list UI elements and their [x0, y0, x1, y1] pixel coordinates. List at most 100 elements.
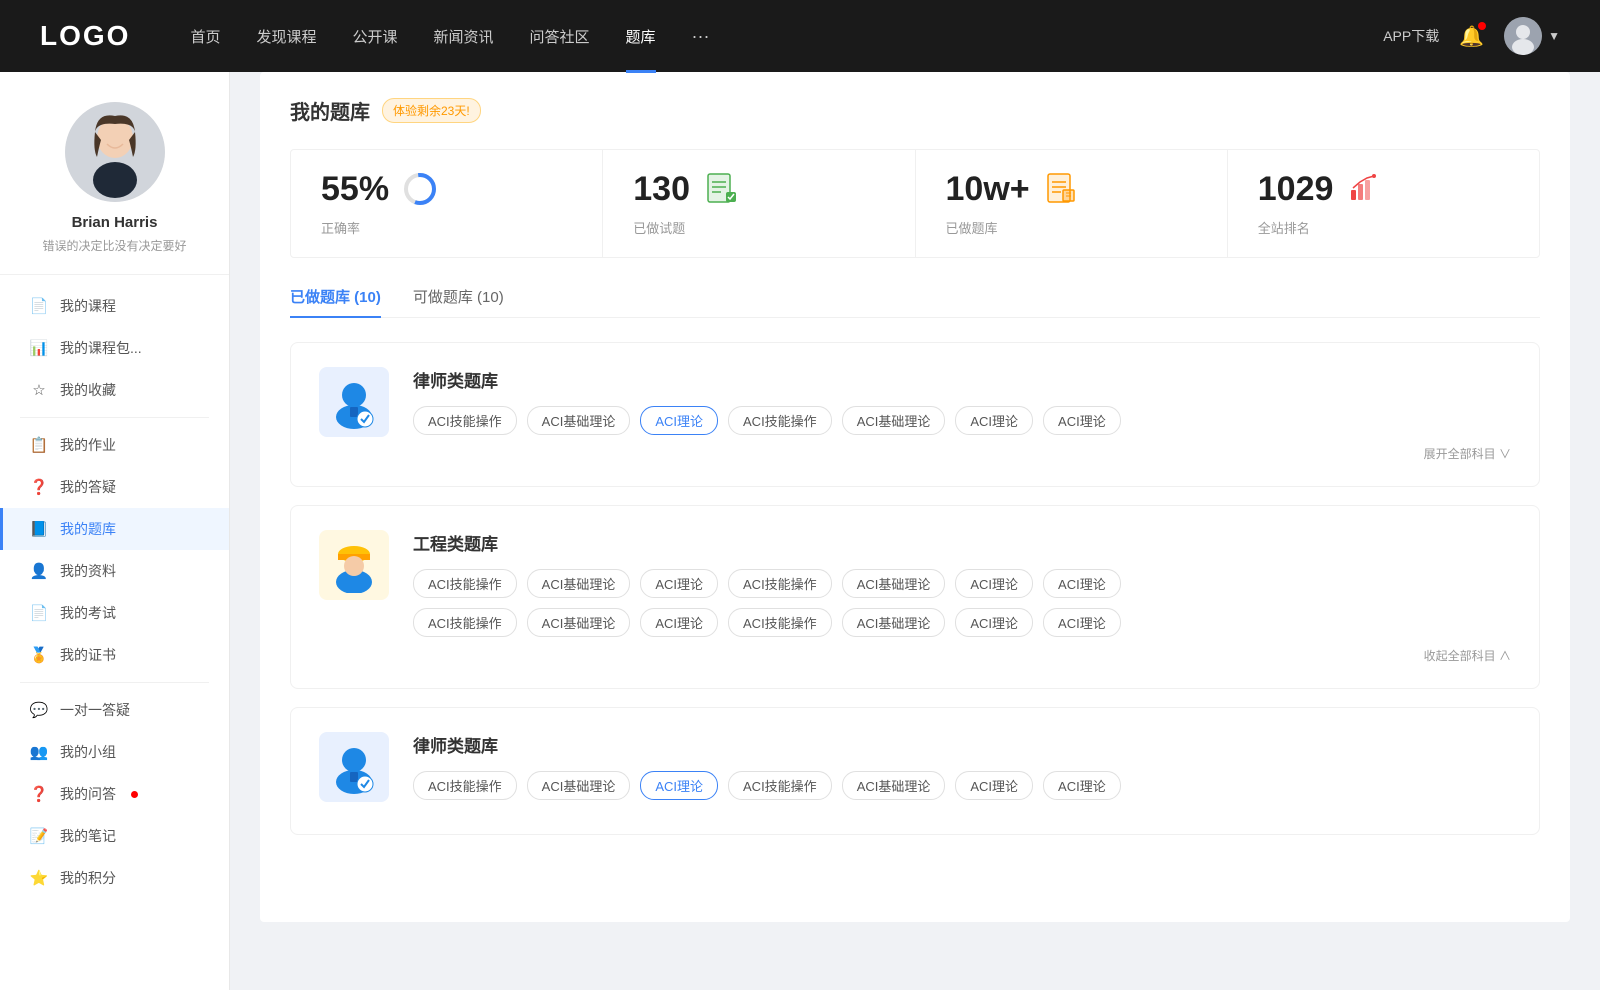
content-inner: 我的题库 体验剩余23天! 55% — [260, 72, 1570, 922]
bank-content-engineer: 工程类题库 ACI技能操作 ACI基础理论 ACI理论 ACI技能操作 ACI基… — [413, 530, 1511, 664]
tags-row-lawyer-2: ACI技能操作 ACI基础理论 ACI理论 ACI技能操作 ACI基础理论 AC… — [413, 771, 1511, 800]
stats-row: 55% 正确率 130 — [290, 149, 1540, 258]
file-icon: 📄 — [30, 604, 48, 622]
tag-2-active[interactable]: ACI理论 — [640, 406, 718, 435]
points-icon: ⭐ — [30, 869, 48, 887]
engineer-icon — [319, 530, 389, 600]
eng-tag-4[interactable]: ACI基础理论 — [842, 569, 946, 598]
eng-tag-1[interactable]: ACI基础理论 — [527, 569, 631, 598]
page-title: 我的题库 — [290, 96, 370, 125]
doc-green-icon — [702, 170, 740, 208]
law2-tag-4[interactable]: ACI基础理论 — [842, 771, 946, 800]
sidebar-item-my-bank[interactable]: 📘 我的题库 — [0, 508, 229, 550]
user-icon: 👤 — [30, 562, 48, 580]
sidebar-item-my-questions[interactable]: ❓ 我的问答 — [0, 773, 229, 815]
eng-tag-6[interactable]: ACI理论 — [1043, 569, 1121, 598]
law2-tag-3[interactable]: ACI技能操作 — [728, 771, 832, 800]
group-icon: 👥 — [30, 743, 48, 761]
expand-link-lawyer-1[interactable]: 展开全部科目 ∨ — [413, 445, 1511, 462]
nav-link-qa[interactable]: 问答社区 — [530, 26, 590, 47]
eng2-tag-1[interactable]: ACI基础理论 — [527, 608, 631, 637]
tag-5[interactable]: ACI理论 — [955, 406, 1033, 435]
eng-tag-3[interactable]: ACI技能操作 — [728, 569, 832, 598]
nav-avatar — [1504, 17, 1542, 55]
sidebar-item-one-on-one[interactable]: 💬 一对一答疑 — [0, 689, 229, 731]
tab-available-banks[interactable]: 可做题库 (10) — [413, 286, 504, 317]
question-icon: ❓ — [30, 478, 48, 496]
nav-right: APP下载 🔔 ▼ — [1383, 17, 1560, 55]
sidebar-item-homework[interactable]: 📋 我的作业 — [0, 424, 229, 466]
bank-name-lawyer-2: 律师类题库 — [413, 732, 1511, 757]
sidebar-item-my-courses[interactable]: 📄 我的课程 — [0, 285, 229, 327]
eng2-tag-0[interactable]: ACI技能操作 — [413, 608, 517, 637]
tag-0[interactable]: ACI技能操作 — [413, 406, 517, 435]
nav-chevron-down-icon: ▼ — [1548, 29, 1560, 43]
doc-orange-icon — [1042, 170, 1080, 208]
sidebar: Brian Harris 错误的决定比没有决定要好 📄 我的课程 📊 我的课程包… — [0, 72, 230, 990]
notification-dot — [131, 791, 138, 798]
sidebar-menu: 📄 我的课程 📊 我的课程包... ☆ 我的收藏 📋 我的作业 ❓ 我的答疑 � — [0, 275, 229, 909]
sidebar-item-my-exam[interactable]: 📄 我的考试 — [0, 592, 229, 634]
tabs-row: 已做题库 (10) 可做题库 (10) — [290, 286, 1540, 318]
star-icon: ☆ — [30, 381, 48, 399]
eng2-tag-2[interactable]: ACI理论 — [640, 608, 718, 637]
content-area: 我的题库 体验剩余23天! 55% — [230, 72, 1600, 990]
chart-red-icon — [1345, 170, 1383, 208]
sidebar-divider-2 — [20, 682, 209, 683]
stat-label-done-banks: 已做题库 — [946, 218, 998, 237]
law2-tag-6[interactable]: ACI理论 — [1043, 771, 1121, 800]
tab-done-banks[interactable]: 已做题库 (10) — [290, 286, 381, 317]
stat-value-done-banks: 10w+ — [946, 172, 1030, 206]
nav-bell-dot — [1478, 22, 1486, 30]
nav-link-open[interactable]: 公开课 — [352, 26, 397, 47]
eng-tag-2[interactable]: ACI理论 — [640, 569, 718, 598]
nav-link-bank[interactable]: 题库 — [626, 26, 656, 47]
eng-tag-0[interactable]: ACI技能操作 — [413, 569, 517, 598]
avatar — [65, 102, 165, 202]
document-icon: 📄 — [30, 297, 48, 315]
law2-tag-2-active[interactable]: ACI理论 — [640, 771, 718, 800]
bar-chart-icon: 📊 — [30, 339, 48, 357]
stat-rank: 1029 全站排名 — [1228, 150, 1539, 257]
sidebar-item-my-profile[interactable]: 👤 我的资料 — [0, 550, 229, 592]
sidebar-item-my-notes[interactable]: 📝 我的笔记 — [0, 815, 229, 857]
tag-6[interactable]: ACI理论 — [1043, 406, 1121, 435]
law2-tag-0[interactable]: ACI技能操作 — [413, 771, 517, 800]
tag-3[interactable]: ACI技能操作 — [728, 406, 832, 435]
eng2-tag-5[interactable]: ACI理论 — [955, 608, 1033, 637]
bank-content-lawyer-1: 律师类题库 ACI技能操作 ACI基础理论 ACI理论 ACI技能操作 ACI基… — [413, 367, 1511, 462]
sidebar-item-favorites[interactable]: ☆ 我的收藏 — [0, 369, 229, 411]
stat-label-rank: 全站排名 — [1258, 218, 1310, 237]
collapse-link-engineer[interactable]: 收起全部科目 ∧ — [413, 647, 1511, 664]
page-header: 我的题库 体验剩余23天! — [290, 96, 1540, 125]
tag-1[interactable]: ACI基础理论 — [527, 406, 631, 435]
bank-name-engineer: 工程类题库 — [413, 530, 1511, 555]
tag-4[interactable]: ACI基础理论 — [842, 406, 946, 435]
nav-link-news[interactable]: 新闻资讯 — [434, 26, 494, 47]
stat-value-done-questions: 130 — [633, 172, 690, 206]
nav-more-icon[interactable]: ··· — [692, 26, 710, 47]
eng2-tag-3[interactable]: ACI技能操作 — [728, 608, 832, 637]
law2-tag-1[interactable]: ACI基础理论 — [527, 771, 631, 800]
sidebar-item-my-group[interactable]: 👥 我的小组 — [0, 731, 229, 773]
nav-link-home[interactable]: 首页 — [190, 26, 220, 47]
sidebar-divider-1 — [20, 417, 209, 418]
eng-tag-5[interactable]: ACI理论 — [955, 569, 1033, 598]
sidebar-item-my-qa[interactable]: ❓ 我的答疑 — [0, 466, 229, 508]
stat-label-done-questions: 已做试题 — [633, 218, 685, 237]
stat-label-correct-rate: 正确率 — [321, 218, 360, 237]
nav-app-download[interactable]: APP下载 — [1383, 26, 1439, 46]
law2-tag-5[interactable]: ACI理论 — [955, 771, 1033, 800]
book-icon: 📘 — [30, 520, 48, 538]
bank-card-lawyer-2: 律师类题库 ACI技能操作 ACI基础理论 ACI理论 ACI技能操作 ACI基… — [290, 707, 1540, 835]
sidebar-item-course-package[interactable]: 📊 我的课程包... — [0, 327, 229, 369]
stat-top-4: 1029 — [1258, 170, 1384, 208]
sidebar-item-certificate[interactable]: 🏅 我的证书 — [0, 634, 229, 676]
nav-avatar-wrapper[interactable]: ▼ — [1504, 17, 1560, 55]
sidebar-item-my-points[interactable]: ⭐ 我的积分 — [0, 857, 229, 899]
nav-link-discover[interactable]: 发现课程 — [256, 26, 316, 47]
stat-top-1: 55% — [321, 170, 439, 208]
eng2-tag-6[interactable]: ACI理论 — [1043, 608, 1121, 637]
eng2-tag-4[interactable]: ACI基础理论 — [842, 608, 946, 637]
nav-bell-button[interactable]: 🔔 — [1459, 24, 1484, 49]
